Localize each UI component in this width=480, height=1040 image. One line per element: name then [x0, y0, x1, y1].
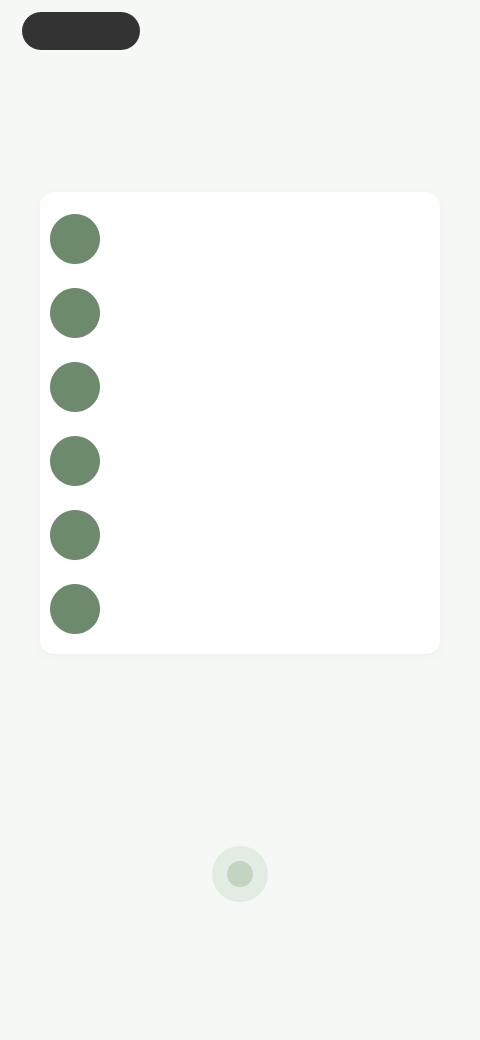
item-label	[114, 312, 424, 334]
item-label	[114, 386, 424, 408]
step-circle-icon	[50, 362, 100, 412]
list-item[interactable]	[50, 362, 430, 422]
step-circle-icon	[50, 510, 100, 560]
list-item[interactable]	[50, 584, 430, 644]
item-caption	[114, 368, 414, 384]
item-caption	[114, 590, 414, 606]
list-item[interactable]	[50, 288, 430, 348]
item-label	[114, 608, 424, 630]
header-right-text[interactable]	[350, 20, 446, 42]
badge-icon	[212, 846, 268, 902]
footer-text	[60, 916, 420, 938]
item-label	[114, 534, 424, 556]
back-button[interactable]	[22, 12, 140, 50]
item-caption	[114, 294, 414, 310]
top-bar	[0, 0, 480, 70]
item-caption	[114, 442, 414, 458]
step-circle-icon	[50, 214, 100, 264]
item-caption	[114, 516, 414, 532]
badge-dot	[227, 861, 253, 887]
screen	[0, 0, 480, 1040]
page-title	[0, 112, 480, 160]
item-caption	[114, 220, 414, 236]
step-circle-icon	[50, 584, 100, 634]
list-item[interactable]	[50, 214, 430, 274]
item-label	[114, 460, 424, 482]
list-item[interactable]	[50, 436, 430, 496]
step-circle-icon	[50, 436, 100, 486]
step-circle-icon	[50, 288, 100, 338]
list-item[interactable]	[50, 510, 430, 570]
item-label	[114, 238, 424, 260]
list-card	[40, 192, 440, 654]
